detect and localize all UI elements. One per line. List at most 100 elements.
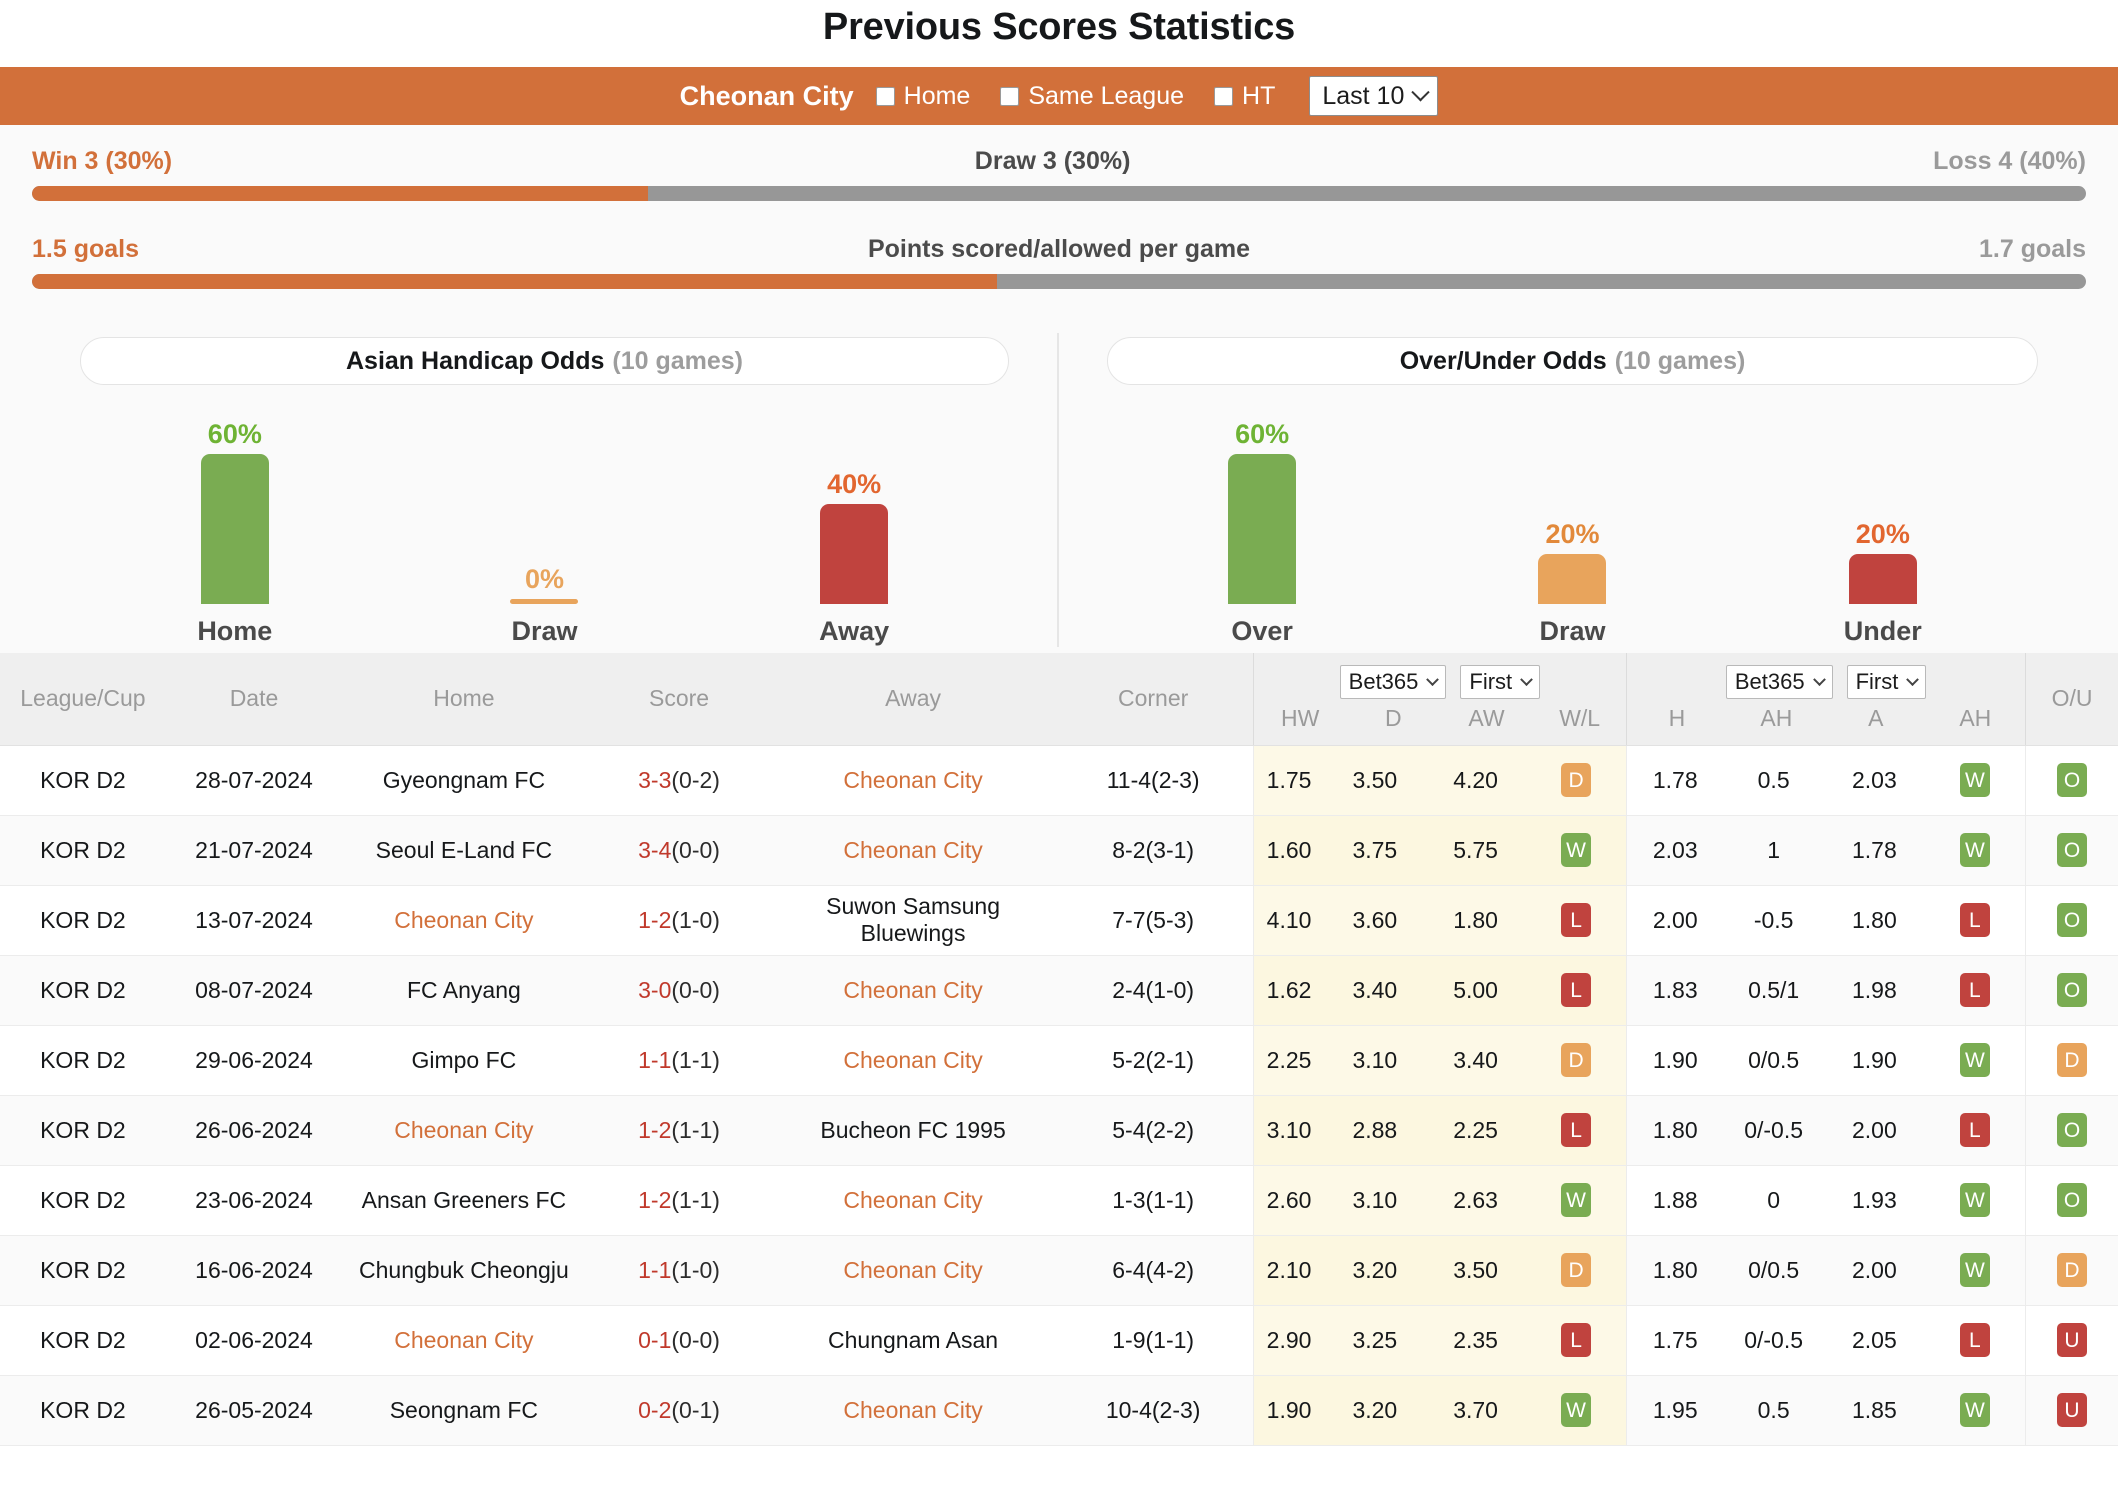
- checkbox-icon[interactable]: [875, 86, 895, 106]
- cell-over-under-result: D: [2025, 1235, 2118, 1306]
- home-team-name[interactable]: Cheonan City: [394, 1117, 533, 1143]
- score-fulltime: 1-1: [638, 1046, 672, 1073]
- table-row[interactable]: KOR D2 26-05-2024 Seongnam FC 0-2(0-1) Cheon…: [0, 1375, 2118, 1446]
- cell-ah-result: W: [1924, 1165, 2026, 1236]
- away-team-name[interactable]: Cheonan City: [843, 977, 982, 1003]
- header-date[interactable]: Date: [165, 653, 343, 746]
- bookmaker-select-1x2[interactable]: Bet365: [1339, 665, 1447, 700]
- cell-score: 3-0(0-0): [585, 955, 773, 1026]
- home-team-name[interactable]: Gimpo FC: [411, 1047, 516, 1073]
- away-team-name[interactable]: Cheonan City: [843, 767, 982, 793]
- cell-win-loss-result: L: [1525, 955, 1627, 1026]
- header-1x2-col-w-l: W/L: [1559, 705, 1601, 732]
- table-row[interactable]: KOR D2 29-06-2024 Gimpo FC 1-1(1-1) Cheonan …: [0, 1025, 2118, 1096]
- checkbox-icon[interactable]: [1214, 86, 1234, 106]
- cell-league: KOR D2: [0, 745, 166, 816]
- ou-bar-over: 60% Over: [1177, 419, 1347, 647]
- score-halftime: (1-1): [671, 1116, 720, 1143]
- status-badge: U: [2057, 1393, 2087, 1427]
- header-away[interactable]: Away: [772, 653, 1054, 746]
- score-halftime: (1-1): [671, 1046, 720, 1073]
- cell-away: Cheonan City: [772, 1165, 1054, 1236]
- cell-corner: 5-2(2-1): [1053, 1025, 1254, 1096]
- cell-away-win-odds: 3.50: [1425, 1235, 1526, 1306]
- table-row[interactable]: KOR D2 08-07-2024 FC Anyang 3-0(0-0) Cheonan…: [0, 955, 2118, 1026]
- period-select-1x2-value: First: [1469, 669, 1513, 695]
- table-row[interactable]: KOR D2 02-06-2024 Cheonan City 0-1(0-0) Chun…: [0, 1305, 2118, 1376]
- status-badge: L: [1959, 903, 1990, 937]
- cell-draw-odds: 3.25: [1324, 1305, 1426, 1376]
- away-team-name[interactable]: Chungnam Asan: [828, 1327, 998, 1353]
- status-badge: W: [1959, 1253, 1990, 1287]
- filter-checkbox-ht[interactable]: HT: [1214, 82, 1275, 111]
- cell-ah-home-odds: 1.75: [1626, 1305, 1724, 1376]
- away-team-name[interactable]: Suwon Samsung Bluewings: [826, 893, 1000, 946]
- period-select-ah-value: First: [1855, 669, 1899, 695]
- header-score[interactable]: Score: [585, 653, 773, 746]
- cell-league: KOR D2: [0, 1375, 166, 1446]
- away-team-name[interactable]: Cheonan City: [843, 1397, 982, 1423]
- home-team-name[interactable]: Seongnam FC: [390, 1397, 538, 1423]
- cell-ah-line: 1: [1723, 815, 1825, 886]
- cell-home: Cheonan City: [342, 885, 586, 956]
- away-team-name[interactable]: Cheonan City: [843, 1187, 982, 1213]
- status-badge: O: [2057, 763, 2087, 797]
- ou-bar-draw: 20% Draw: [1487, 519, 1657, 647]
- status-badge: W: [1959, 1393, 1990, 1427]
- filter-bar: Cheonan City Home Same League HT Last 10: [0, 67, 2118, 125]
- status-badge: O: [2057, 833, 2087, 867]
- table-row[interactable]: KOR D2 13-07-2024 Cheonan City 1-2(1-0) Suwo…: [0, 885, 2118, 956]
- ou-bar-over-label: Over: [1231, 616, 1293, 646]
- record-progress-fill: [32, 186, 649, 201]
- cell-home-win-odds: 2.25: [1252, 1025, 1325, 1096]
- header-over-under[interactable]: O/U: [2025, 653, 2118, 746]
- cell-corner: 7-7(5-3): [1053, 885, 1254, 956]
- away-team-name[interactable]: Bucheon FC 1995: [820, 1117, 1005, 1143]
- filter-checkbox-same-league[interactable]: Same League: [1000, 82, 1184, 111]
- status-badge: D: [2057, 1043, 2087, 1077]
- match-range-select[interactable]: Last 10: [1309, 76, 1439, 116]
- home-team-name[interactable]: Cheonan City: [394, 907, 533, 933]
- away-team-name[interactable]: Cheonan City: [843, 837, 982, 863]
- table-row[interactable]: KOR D2 26-06-2024 Cheonan City 1-2(1-1) Buch…: [0, 1095, 2118, 1166]
- status-badge: O: [2057, 1113, 2087, 1147]
- cell-date: 08-07-2024: [165, 955, 343, 1026]
- home-team-name[interactable]: Ansan Greeners FC: [362, 1187, 567, 1213]
- score-halftime: (0-0): [671, 976, 720, 1003]
- ou-bar-draw-label: Draw: [1539, 616, 1606, 646]
- header-league[interactable]: League/Cup: [0, 653, 166, 746]
- period-select-ah[interactable]: First: [1846, 665, 1927, 700]
- asian-handicap-panel: Asian Handicap Odds (10 games) 60% Home 0%…: [32, 333, 1059, 647]
- header-home[interactable]: Home: [342, 653, 586, 746]
- header-corner[interactable]: Corner: [1053, 653, 1254, 746]
- match-range-value: Last 10: [1322, 81, 1405, 110]
- cell-ah-away-odds: 2.05: [1824, 1305, 1925, 1376]
- home-team-name[interactable]: Chungbuk Cheongju: [359, 1257, 569, 1283]
- status-badge: L: [1561, 1113, 1592, 1147]
- table-row[interactable]: KOR D2 16-06-2024 Chungbuk Cheongju 1-1(1-0…: [0, 1235, 2118, 1306]
- filter-checkbox-home[interactable]: Home: [875, 82, 970, 111]
- cell-away: Cheonan City: [772, 1375, 1054, 1446]
- score-fulltime: 1-2: [638, 906, 672, 933]
- bookmaker-select-ah[interactable]: Bet365: [1725, 665, 1833, 700]
- cell-league: KOR D2: [0, 1025, 166, 1096]
- home-team-name[interactable]: Cheonan City: [394, 1327, 533, 1353]
- goals-progress-bar: [32, 274, 2086, 289]
- table-row[interactable]: KOR D2 23-06-2024 Ansan Greeners FC 1-2(1-1…: [0, 1165, 2118, 1236]
- home-team-name[interactable]: Gyeongnam FC: [383, 767, 545, 793]
- away-team-name[interactable]: Cheonan City: [843, 1047, 982, 1073]
- header-ah-col-h: H: [1668, 705, 1686, 732]
- table-header-row: League/Cup Date Home Score Away Corner B…: [0, 653, 2118, 746]
- cell-over-under-result: D: [2025, 1025, 2118, 1096]
- status-badge: D: [2057, 1253, 2087, 1287]
- checkbox-icon[interactable]: [1000, 86, 1020, 106]
- period-select-1x2[interactable]: First: [1460, 665, 1541, 700]
- home-team-name[interactable]: Seoul E-Land FC: [376, 837, 552, 863]
- matches-table: League/Cup Date Home Score Away Corner B…: [0, 653, 2118, 1446]
- cell-date: 13-07-2024: [165, 885, 343, 956]
- home-team-name[interactable]: FC Anyang: [407, 977, 521, 1003]
- status-badge: O: [2057, 903, 2087, 937]
- table-row[interactable]: KOR D2 28-07-2024 Gyeongnam FC 3-3(0-2) Cheo…: [0, 745, 2118, 816]
- away-team-name[interactable]: Cheonan City: [843, 1257, 982, 1283]
- table-row[interactable]: KOR D2 21-07-2024 Seoul E-Land FC 3-4(0-0) C…: [0, 815, 2118, 886]
